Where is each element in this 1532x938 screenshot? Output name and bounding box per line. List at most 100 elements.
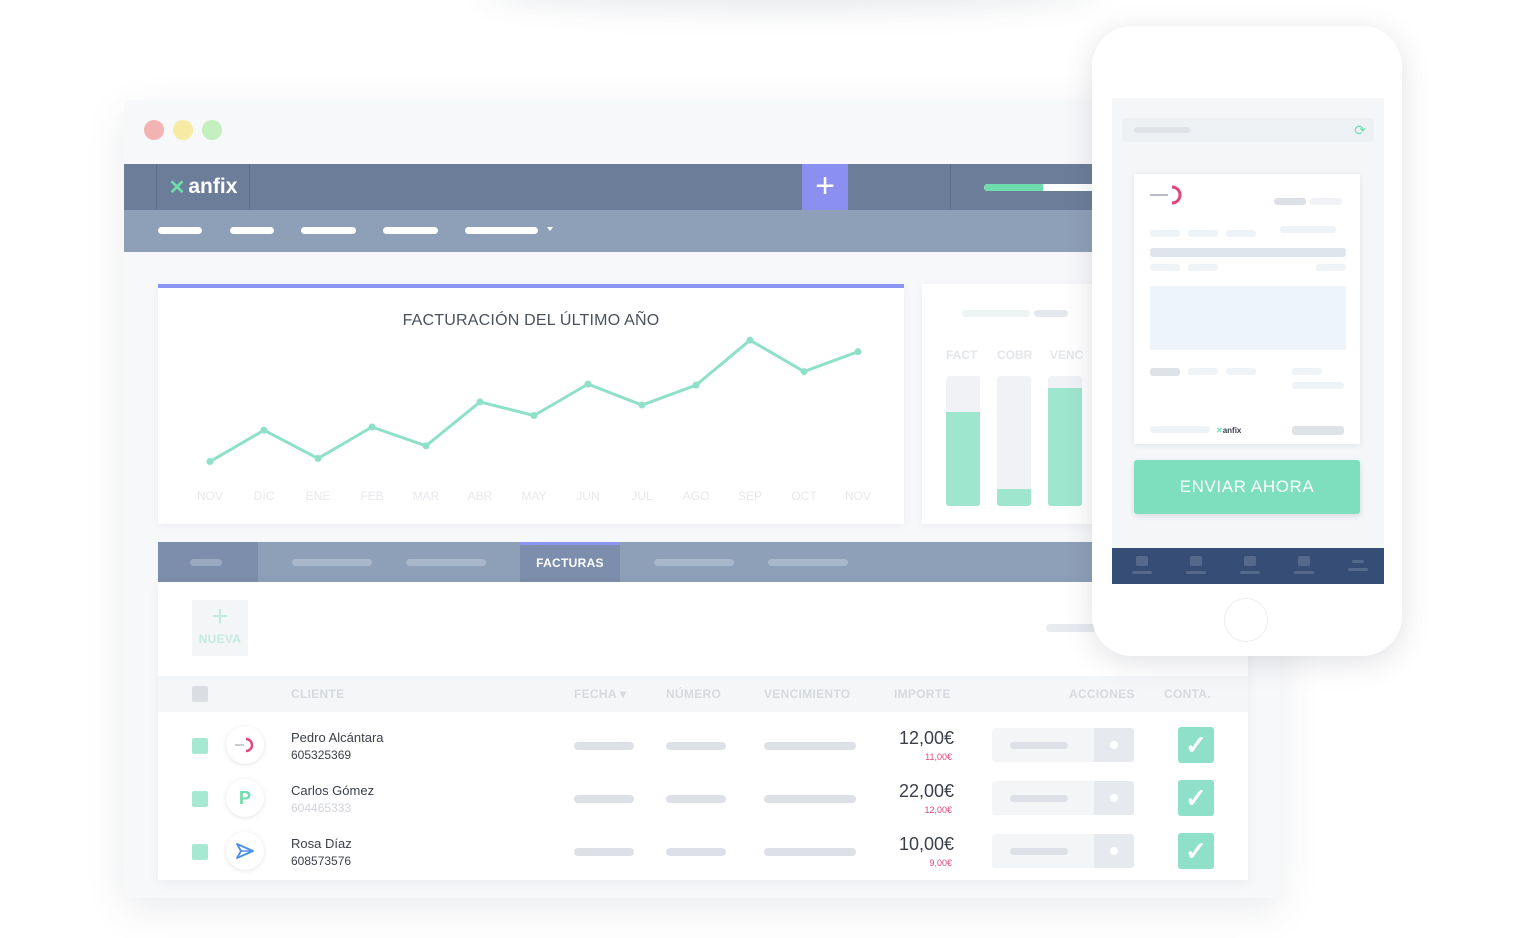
invoice-placeholder: [1188, 230, 1218, 237]
data-point: [584, 380, 592, 388]
table-row[interactable]: Rosa Díaz 608573576 10,00€ 9,00€ ✓: [158, 824, 1248, 877]
invoice-line-placeholder: [1150, 248, 1346, 257]
home-tab[interactable]: [1132, 556, 1152, 574]
tab-5[interactable]: [654, 559, 734, 566]
row-checkbox[interactable]: [192, 844, 208, 860]
nav-item-3[interactable]: [301, 227, 356, 234]
refresh-icon[interactable]: ⟳: [1354, 122, 1366, 138]
tab-6[interactable]: [768, 559, 848, 566]
tab-indicator: [1240, 571, 1260, 574]
nav-item-4[interactable]: [383, 227, 438, 234]
action-placeholder: [1010, 742, 1068, 749]
anfix-x-icon: ✕: [1216, 426, 1223, 435]
column-fecha[interactable]: FECHA ▾: [574, 687, 626, 701]
invoice-placeholder: [1150, 264, 1180, 271]
conta-checkbox[interactable]: ✓: [1178, 833, 1214, 869]
x-tick-label: MAR: [413, 489, 440, 503]
row-actions[interactable]: [992, 834, 1134, 868]
tab-1[interactable]: [158, 542, 258, 582]
data-point: [638, 401, 646, 409]
bank-tab[interactable]: [1294, 556, 1314, 574]
x-tick-label: FEB: [360, 489, 383, 503]
more-icon: [1352, 560, 1364, 563]
bar-cobr: [997, 376, 1031, 506]
invoice-client-logo-icon: [1150, 185, 1182, 205]
tab-indicator: [1294, 571, 1314, 574]
tab-2[interactable]: [292, 559, 372, 566]
x-tick-label: ENE: [306, 489, 331, 503]
invoices-panel: + NUEVA CLIENTE FECHA ▾ NÚMERO VENCIMIEN…: [158, 582, 1248, 880]
bar-label-venc: VENC: [1050, 348, 1084, 362]
client-logo-icon: [235, 737, 254, 753]
bar-label-cobr: COBR: [997, 348, 1033, 362]
bars-header-placeholder-2: [1034, 310, 1068, 317]
more-tab[interactable]: [1348, 556, 1368, 571]
x-tick-label: NOV: [197, 489, 223, 503]
numero-placeholder: [666, 848, 726, 856]
avatar-letter: P: [238, 787, 251, 808]
column-vencimiento[interactable]: VENCIMIENTO: [764, 687, 850, 701]
search-placeholder[interactable]: [1046, 624, 1096, 632]
anfix-x-icon: ✕: [168, 176, 186, 199]
table-row[interactable]: Pedro Alcántara 605325369 12,00€ 11,00€ …: [158, 718, 1248, 771]
invoice-amount: 10,00€: [898, 834, 954, 854]
column-conta: CONTA.: [1164, 687, 1211, 701]
bars-header-placeholder: [962, 310, 1030, 317]
header-divider: [950, 164, 951, 210]
action-menu-button[interactable]: [1094, 728, 1134, 762]
maximize-window-button[interactable]: [202, 120, 222, 140]
row-actions[interactable]: [992, 728, 1134, 762]
invoice-subamount: 9,00€: [929, 858, 952, 868]
nav-item-5-dropdown[interactable]: [465, 227, 538, 234]
documents-tab[interactable]: [1186, 556, 1206, 574]
tab-facturas[interactable]: FACTURAS: [520, 542, 620, 582]
row-checkbox[interactable]: [192, 738, 208, 754]
anfix-logo[interactable]: ✕ anfix: [156, 164, 250, 210]
send-now-button[interactable]: ENVIAR AHORA: [1134, 460, 1360, 514]
invoice-placeholder: [1150, 368, 1180, 376]
invoice-placeholder: [1316, 264, 1346, 271]
x-tick-label: JUN: [576, 489, 599, 503]
plus-icon: +: [211, 600, 229, 633]
tab-3[interactable]: [406, 559, 486, 566]
new-invoice-button[interactable]: + NUEVA: [192, 600, 248, 656]
x-tick-label: JUL: [631, 489, 653, 503]
action-menu-button[interactable]: [1094, 834, 1134, 868]
x-tick-label: DIC: [254, 489, 275, 503]
action-placeholder: [1010, 848, 1068, 855]
conta-checkbox[interactable]: ✓: [1178, 727, 1214, 763]
bar-label-fact: FACT: [946, 348, 978, 362]
data-point: [746, 336, 754, 344]
dot-icon: [1110, 794, 1118, 802]
table-row[interactable]: P Carlos Gómez 604465333 22,00€ 12,00€ ✓: [158, 771, 1248, 824]
invoice-placeholder: [1150, 426, 1210, 433]
numero-placeholder: [666, 795, 726, 803]
invoice-number-placeholder: [1274, 198, 1306, 205]
invoices-tab[interactable]: [1240, 556, 1260, 574]
close-window-button[interactable]: [144, 120, 164, 140]
action-menu-button[interactable]: [1094, 781, 1134, 815]
fecha-placeholder: [574, 742, 634, 750]
chevron-down-icon: [547, 227, 553, 231]
conta-checkbox[interactable]: ✓: [1178, 780, 1214, 816]
row-checkbox[interactable]: [192, 791, 208, 807]
client-name: Rosa Díaz: [291, 836, 352, 851]
send-icon: [236, 843, 254, 859]
minimize-window-button[interactable]: [173, 120, 193, 140]
phone-tabbar: [1112, 548, 1384, 584]
column-numero[interactable]: NÚMERO: [666, 687, 721, 701]
row-actions[interactable]: [992, 781, 1134, 815]
avatar: P: [226, 779, 264, 817]
invoice-placeholder: [1150, 230, 1180, 237]
phone-home-button[interactable]: [1224, 598, 1268, 642]
select-all-checkbox[interactable]: [192, 686, 208, 702]
tab-indicator: [1132, 571, 1152, 574]
nav-item-1[interactable]: [158, 227, 202, 234]
column-importe[interactable]: IMPORTE: [894, 687, 951, 701]
phone-search-bar[interactable]: ⟳: [1122, 118, 1374, 142]
add-button[interactable]: +: [802, 164, 848, 210]
nav-item-2[interactable]: [230, 227, 274, 234]
bar-fill-cobr: [997, 489, 1031, 506]
client-name: Pedro Alcántara: [291, 730, 384, 745]
column-cliente[interactable]: CLIENTE: [291, 687, 344, 701]
